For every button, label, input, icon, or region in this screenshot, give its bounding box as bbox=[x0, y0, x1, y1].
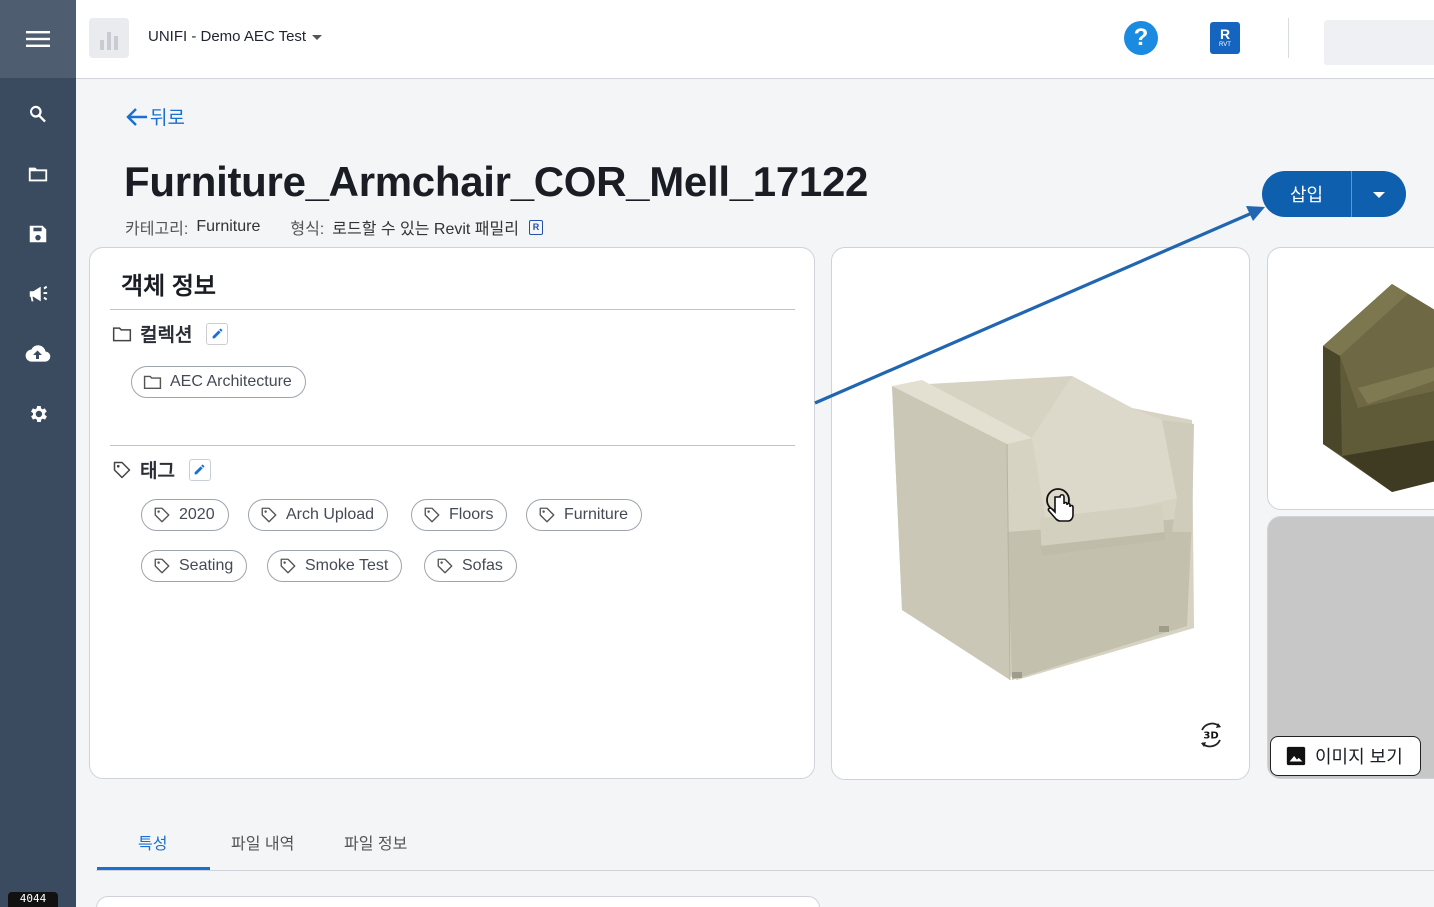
object-info-panel: 객체 정보 컬렉션 AEC Architecture 태그 2020 Arch … bbox=[89, 247, 815, 779]
tag-outline-icon bbox=[539, 507, 555, 523]
search-icon bbox=[30, 105, 46, 123]
user-account-box[interactable] bbox=[1324, 20, 1434, 65]
back-label: 뒤로 bbox=[150, 108, 185, 129]
help-icon[interactable]: ? bbox=[1124, 21, 1158, 55]
hamburger-menu-button[interactable] bbox=[0, 0, 76, 78]
tags-header: 태그 bbox=[112, 456, 211, 483]
top-divider bbox=[1288, 18, 1289, 58]
tag-label: Seating bbox=[179, 557, 234, 574]
edit-tags-button[interactable] bbox=[188, 458, 211, 481]
tag-label: Furniture bbox=[564, 506, 629, 523]
rail-announcement-button[interactable] bbox=[0, 264, 76, 324]
tag-outline-icon bbox=[154, 558, 170, 574]
tag-label: Floors bbox=[449, 506, 494, 523]
collection-chip[interactable]: AEC Architecture bbox=[131, 366, 306, 398]
megaphone-icon bbox=[29, 285, 48, 302]
rotate-3d-label: 3D bbox=[1203, 731, 1218, 742]
pencil-icon bbox=[212, 328, 223, 339]
caret-down-icon bbox=[312, 35, 323, 40]
tag-outline-icon bbox=[424, 507, 440, 523]
detail-tabs: 특성 파일 내역 파일 정보 bbox=[96, 820, 1434, 871]
3d-viewer[interactable]: 3D bbox=[831, 247, 1250, 780]
tag-chip[interactable]: Floors bbox=[411, 499, 508, 531]
tag-chip[interactable]: 2020 bbox=[141, 499, 229, 531]
gear-icon bbox=[31, 406, 47, 422]
back-link[interactable]: 뒤로 bbox=[126, 103, 185, 130]
app-logo[interactable] bbox=[89, 18, 129, 58]
collections-header: 컬렉션 bbox=[112, 320, 229, 347]
rail-settings-button[interactable] bbox=[0, 384, 76, 444]
project-selector[interactable]: UNIFI - Demo AEC Test bbox=[148, 28, 323, 45]
arrow-left-icon bbox=[126, 107, 147, 126]
rotate-3d-icon[interactable]: 3D bbox=[1196, 720, 1226, 750]
rail-upload-button[interactable] bbox=[0, 324, 76, 384]
tag-label: Smoke Test bbox=[305, 557, 389, 574]
rail-folder-button[interactable] bbox=[0, 144, 76, 204]
insert-dropdown-button[interactable] bbox=[1352, 171, 1406, 217]
tab-file-info[interactable]: 파일 정보 bbox=[344, 830, 407, 854]
tags-label: 태그 bbox=[140, 461, 175, 482]
view-image-button[interactable]: 이미지 보기 bbox=[1270, 736, 1421, 776]
revit-file-icon: R bbox=[528, 219, 543, 235]
hamburger-icon bbox=[26, 31, 50, 47]
object-info-title: 객체 정보 bbox=[121, 273, 216, 300]
properties-card bbox=[96, 896, 820, 907]
version-badge: 4044 bbox=[8, 892, 58, 907]
caret-down-icon bbox=[1373, 192, 1385, 198]
tag-chip[interactable]: Sofas bbox=[424, 550, 517, 582]
tag-chip[interactable]: Seating bbox=[141, 550, 248, 582]
category-value: Furniture bbox=[196, 218, 261, 235]
thumbnail-3d-render[interactable] bbox=[1267, 247, 1434, 510]
tag-label: Sofas bbox=[462, 557, 503, 574]
page-title: Furniture_Armchair_COR_Mell_17122 bbox=[124, 158, 869, 205]
top-bar: UNIFI - Demo AEC Test ? R RVT bbox=[76, 0, 1434, 79]
insert-button[interactable]: 삽입 bbox=[1262, 171, 1352, 217]
divider bbox=[110, 445, 795, 446]
edit-collections-button[interactable] bbox=[206, 322, 229, 345]
divider bbox=[110, 309, 795, 310]
tab-properties[interactable]: 특성 bbox=[138, 830, 167, 854]
tag-outline-icon bbox=[154, 507, 170, 523]
hand-cursor-icon bbox=[1046, 488, 1074, 522]
tag-chip[interactable]: Smoke Test bbox=[267, 550, 403, 582]
folder-outline-icon bbox=[112, 326, 132, 341]
tag-outline-icon bbox=[261, 507, 277, 523]
tab-file-history[interactable]: 파일 내역 bbox=[231, 830, 294, 854]
revit-letter: R bbox=[1219, 26, 1231, 42]
tag-label: Arch Upload bbox=[286, 506, 375, 523]
format-label: 형식: bbox=[290, 221, 325, 238]
view-image-label: 이미지 보기 bbox=[1315, 747, 1403, 767]
active-tab-indicator bbox=[97, 867, 210, 870]
rail-save-button[interactable] bbox=[0, 204, 76, 264]
tag-outline-icon bbox=[280, 558, 296, 574]
revit-sub-label: RVT bbox=[1219, 42, 1231, 48]
tag-outline-icon bbox=[437, 558, 453, 574]
collection-label: AEC Architecture bbox=[170, 373, 292, 390]
pencil-icon bbox=[195, 464, 205, 475]
armchair-thumbnail bbox=[1323, 284, 1434, 492]
tag-outline-icon bbox=[113, 461, 131, 478]
object-meta: 카테고리: Furniture 형식: 로드할 수 있는 Revit 패밀리 R bbox=[125, 215, 543, 239]
folder-icon bbox=[28, 167, 48, 182]
image-icon bbox=[1286, 746, 1306, 766]
left-rail: 4044 bbox=[0, 0, 76, 907]
format-value: 로드할 수 있는 Revit 패밀리 bbox=[332, 221, 519, 238]
insert-split-button: 삽입 bbox=[1262, 171, 1406, 217]
tag-label: 2020 bbox=[179, 506, 215, 523]
revit-icon[interactable]: R RVT bbox=[1210, 22, 1240, 54]
project-name: UNIFI - Demo AEC Test bbox=[148, 28, 307, 45]
folder-outline-icon bbox=[143, 375, 162, 390]
tag-chip[interactable]: Furniture bbox=[526, 499, 643, 531]
collections-label: 컬렉션 bbox=[140, 325, 193, 346]
category-label: 카테고리: bbox=[125, 221, 189, 238]
armchair-3d-model bbox=[892, 376, 1194, 681]
cloud-upload-icon bbox=[25, 345, 51, 362]
tag-chip[interactable]: Arch Upload bbox=[248, 499, 389, 531]
rail-search-button[interactable] bbox=[0, 84, 76, 144]
save-icon bbox=[29, 225, 47, 243]
